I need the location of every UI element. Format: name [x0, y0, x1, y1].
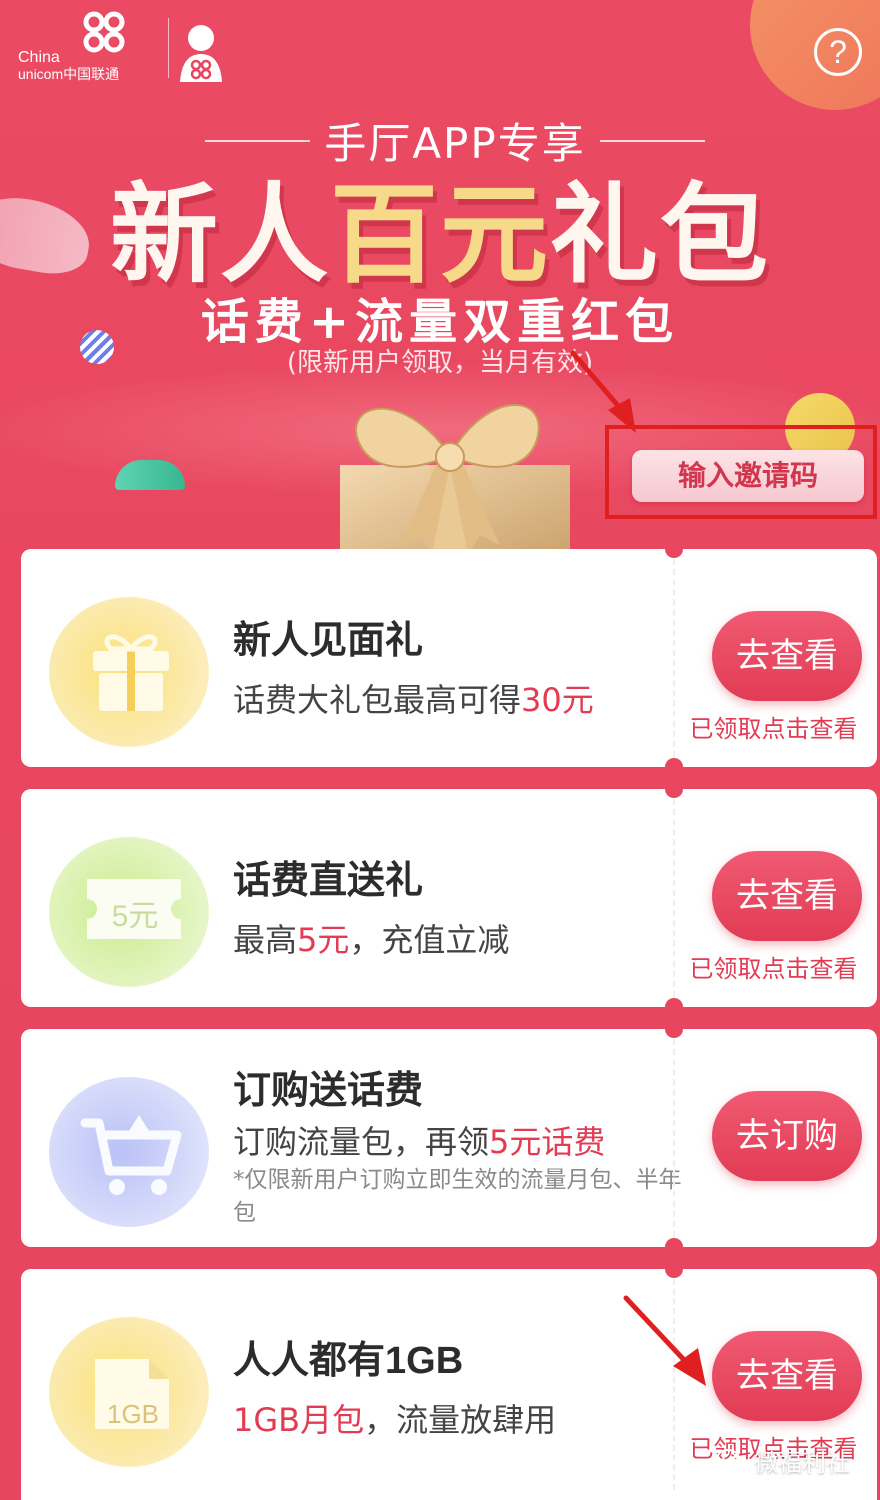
card-desc: 1GB月包，流量放肆用 — [233, 1395, 556, 1441]
view-button[interactable]: 去查看 — [712, 851, 862, 941]
card-divider — [673, 1039, 675, 1237]
card-desc-highlight: 30元 — [521, 681, 594, 719]
card-notch-top — [665, 789, 683, 798]
gift-icon — [93, 634, 169, 711]
card-desc-highlight: 5元 — [297, 921, 350, 959]
claimed-status-link[interactable]: 已领取点击查看 — [681, 709, 866, 744]
gift-box-icon — [340, 404, 570, 565]
card-icon-wrap — [41, 1059, 221, 1229]
card-credit-gift: 5元 话费直送礼 最高5元，充值立减 去查看 已领取点击查看 — [21, 789, 877, 1007]
card-desc: 订购流量包，再领5元话费 — [233, 1117, 605, 1163]
card-desc-highlight: 1GB月包 — [233, 1401, 365, 1439]
card-notch-top — [665, 1029, 683, 1038]
card-icon-wrap — [41, 579, 221, 749]
card-desc-highlight: 5元话费 — [489, 1123, 606, 1161]
order-button[interactable]: 去订购 — [712, 1091, 862, 1181]
card-title: 订购送话费 — [233, 1068, 424, 1112]
card-desc-prefix: 最高 — [233, 921, 298, 959]
hero-title-part2: 百元 — [329, 173, 550, 298]
card-newcomer-gift: 新人见面礼 话费大礼包最高可得30元 去查看 已领取点击查看 — [21, 549, 877, 767]
decor-green-shape — [115, 460, 185, 490]
logo-text-line2: unicom中国联通 — [18, 66, 120, 82]
card-desc-suffix: ，流量放肆用 — [364, 1401, 557, 1439]
card-desc: 话费大礼包最高可得30元 — [233, 675, 594, 721]
card-notch-bottom — [665, 998, 683, 1007]
logo-text: China unicom中国联通 — [18, 49, 120, 83]
wechat-watermark: 微福利社 — [716, 1443, 850, 1478]
card-desc-suffix: ，充值立减 — [349, 921, 510, 959]
claimed-status-link[interactable]: 已领取点击查看 — [681, 949, 866, 984]
card-footnote: *仅限新用户订购立即生效的流量月包、半年包 — [233, 1167, 682, 1226]
hero-title: 新人百元礼包 — [0, 148, 880, 304]
watermark-text: 微福利社 — [754, 1449, 850, 1477]
hero-title-part3: 礼包 — [550, 173, 771, 298]
card-title: 新人见面礼 — [233, 618, 424, 662]
folder-label: 1GB — [106, 1399, 160, 1429]
card-order-gift: 订购送话费 订购流量包，再领5元话费 *仅限新用户订购立即生效的流量月包、半年包… — [21, 1029, 877, 1247]
card-divider — [673, 559, 675, 757]
card-notch-top — [665, 549, 683, 558]
user-avatar-icon[interactable] — [178, 22, 224, 84]
hero-title-part1: 新人 — [109, 173, 330, 298]
subtitle-left-line — [205, 139, 311, 142]
help-button[interactable]: ? — [814, 28, 862, 76]
card-desc: 最高5元，充值立减 — [233, 915, 509, 961]
hero-note: (限新用户领取，当月有效) — [286, 348, 594, 378]
logo-divider — [168, 18, 169, 78]
view-button[interactable]: 去查看 — [712, 1331, 862, 1421]
page: China unicom中国联通 ? 手厅APP专享 新人百元礼包 话费+流量双… — [0, 0, 880, 1500]
coupon-value: 5元 — [111, 900, 159, 933]
card-icon-wrap: 5元 — [41, 819, 221, 989]
card-icon-wrap: 1GB — [41, 1299, 221, 1469]
card-desc-prefix: 订购流量包，再领 — [233, 1123, 490, 1161]
card-divider — [673, 799, 675, 997]
subtitle-right-line — [599, 139, 706, 142]
cart-icon — [80, 1115, 182, 1195]
invite-code-button[interactable]: 输入邀请码 — [632, 450, 864, 502]
view-button[interactable]: 去查看 — [712, 611, 862, 701]
card-desc-prefix: 话费大礼包最高可得 — [233, 681, 522, 719]
card-notch-top — [665, 1269, 683, 1278]
logo-text-line1: China — [18, 49, 60, 66]
wechat-icon — [716, 1448, 746, 1472]
card-notch-bottom — [665, 758, 683, 767]
unicom-logo: China unicom中国联通 — [18, 8, 222, 88]
card-notch-bottom — [665, 1238, 683, 1247]
red-arrow-indicator-bottom — [618, 1290, 718, 1390]
card-title: 话费直送礼 — [233, 858, 424, 902]
card-title: 人人都有1GB — [233, 1340, 464, 1382]
